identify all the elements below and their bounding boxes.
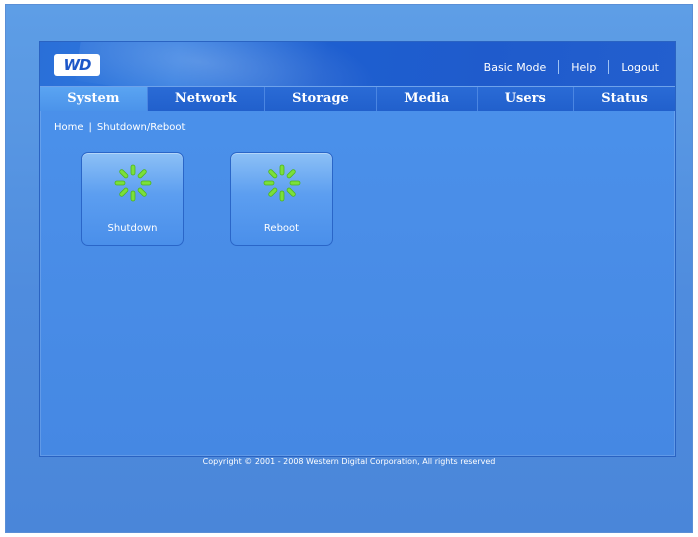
tab-users[interactable]: Users bbox=[478, 87, 574, 111]
main-nav-tabs: System Network Storage Media Users Statu… bbox=[40, 86, 675, 111]
logo-text: WD bbox=[63, 56, 92, 74]
header-sheen bbox=[75, 42, 385, 86]
page-frame: WD Basic Mode Help Logout System Network… bbox=[5, 4, 693, 533]
copyright-footer: Copyright © 2001 - 2008 Western Digital … bbox=[202, 457, 496, 466]
tab-storage[interactable]: Storage bbox=[265, 87, 378, 111]
top-link-divider bbox=[558, 60, 560, 74]
reboot-button[interactable]: Reboot bbox=[230, 152, 333, 246]
shutdown-button[interactable]: Shutdown bbox=[81, 152, 184, 246]
logout-link[interactable]: Logout bbox=[621, 61, 659, 74]
breadcrumb-current: Shutdown/Reboot bbox=[96, 122, 186, 133]
tab-media[interactable]: Media bbox=[377, 87, 478, 111]
spinner-icon bbox=[263, 164, 301, 202]
top-link-divider bbox=[608, 60, 610, 74]
breadcrumb: Home | Shutdown/Reboot bbox=[54, 122, 185, 133]
top-links: Basic Mode Help Logout bbox=[484, 60, 659, 74]
header-bar: WD Basic Mode Help Logout bbox=[40, 42, 675, 86]
wd-logo[interactable]: WD bbox=[54, 54, 100, 76]
tab-status[interactable]: Status bbox=[574, 87, 675, 111]
main-panel: WD Basic Mode Help Logout System Network… bbox=[39, 41, 676, 457]
reboot-label: Reboot bbox=[263, 223, 300, 234]
breadcrumb-separator: | bbox=[88, 122, 92, 133]
spinner-icon bbox=[114, 164, 152, 202]
tab-system[interactable]: System bbox=[40, 87, 148, 111]
help-link[interactable]: Help bbox=[571, 61, 596, 74]
breadcrumb-home-link[interactable]: Home bbox=[54, 122, 84, 133]
tab-network[interactable]: Network bbox=[148, 87, 265, 111]
basic-mode-link[interactable]: Basic Mode bbox=[484, 61, 547, 74]
shutdown-label: Shutdown bbox=[107, 223, 158, 234]
